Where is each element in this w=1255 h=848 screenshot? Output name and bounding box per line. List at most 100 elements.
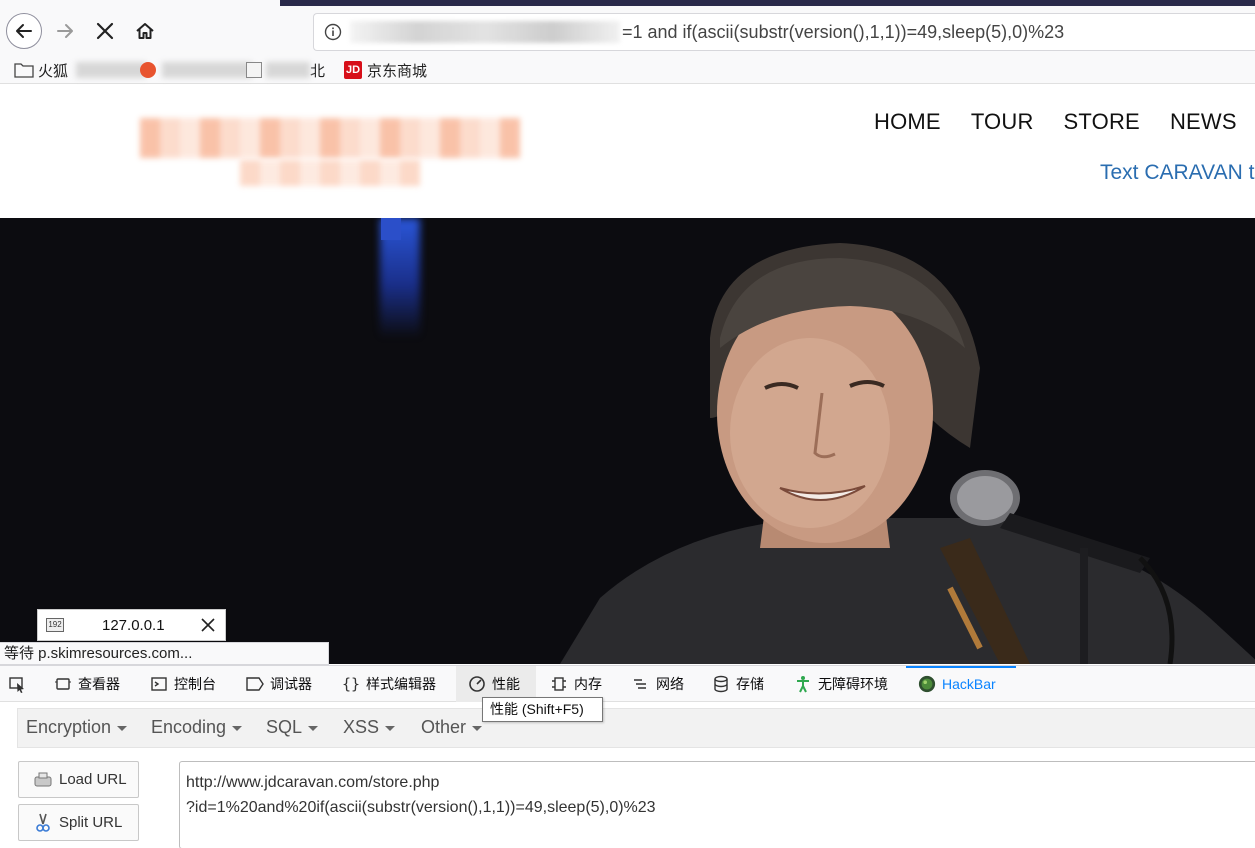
memory-icon bbox=[550, 675, 568, 693]
info-icon[interactable] bbox=[322, 21, 344, 43]
tab-label: 内存 bbox=[574, 676, 602, 692]
element-picker-button[interactable] bbox=[8, 666, 32, 702]
network-icon bbox=[632, 675, 650, 693]
menu-label: SQL bbox=[266, 717, 303, 737]
button-label: Load URL bbox=[59, 771, 127, 788]
hackbar-url-textarea[interactable]: http://www.jdcaravan.com/store.php ?id=1… bbox=[179, 761, 1255, 848]
redacted-bookmark bbox=[266, 62, 310, 78]
scissors-icon bbox=[33, 813, 53, 833]
caret-down-icon bbox=[472, 725, 483, 731]
orange-site-icon bbox=[140, 62, 156, 78]
bookmark-redacted[interactable] bbox=[140, 59, 252, 81]
tab-title: 127.0.0.1 bbox=[102, 616, 165, 634]
url-line-1: http://www.jdcaravan.com/store.php bbox=[186, 774, 440, 791]
text-caravan-link[interactable]: Text CARAVAN t bbox=[1100, 161, 1254, 185]
menu-label: Encoding bbox=[151, 717, 227, 737]
page-icon: 192 bbox=[46, 618, 64, 632]
tab-console[interactable]: 控制台 bbox=[150, 666, 216, 702]
url-line-2: ?id=1%20and%20if(ascii(substr(version(),… bbox=[186, 799, 656, 816]
stop-button[interactable] bbox=[88, 14, 122, 48]
bookmark-label: 京东商城 bbox=[367, 62, 428, 80]
bookmark-bei[interactable]: 北 bbox=[246, 59, 325, 81]
bookmark-label: 火狐 bbox=[38, 62, 69, 80]
redacted-bookmark bbox=[76, 62, 147, 78]
console-icon bbox=[150, 675, 168, 693]
menu-encoding[interactable]: Encoding bbox=[151, 717, 243, 738]
nav-store[interactable]: STORE bbox=[1064, 109, 1140, 135]
status-text: 等待 p.skimresources.com... bbox=[0, 642, 329, 665]
caret-down-icon bbox=[232, 725, 243, 731]
tab-network[interactable]: 网络 bbox=[632, 666, 684, 702]
tab-label: 调试器 bbox=[270, 676, 312, 692]
blank-page-icon bbox=[246, 62, 262, 78]
bookmark-folder-huohu[interactable]: 火狐 bbox=[14, 59, 147, 81]
hackbar-menu: Encryption Encoding SQL XSS Other bbox=[17, 708, 1255, 748]
tab-label: HackBar bbox=[942, 676, 996, 692]
site-header: HOME TOUR STORE NEWS BI Text CARAVAN t bbox=[0, 85, 1255, 218]
titlebar-strip bbox=[280, 0, 1255, 6]
forward-arrow-icon bbox=[57, 24, 73, 38]
folder-icon bbox=[14, 63, 34, 78]
menu-other[interactable]: Other bbox=[421, 717, 483, 738]
browser-toolbar: =1 and if(ascii(substr(version(),1,1))=4… bbox=[0, 0, 1255, 56]
tab-label: 网络 bbox=[656, 676, 684, 692]
load-icon bbox=[33, 770, 53, 790]
nav-tour[interactable]: TOUR bbox=[971, 109, 1034, 135]
home-icon bbox=[136, 23, 154, 39]
button-label: Split URL bbox=[59, 814, 123, 831]
load-url-button[interactable]: Load URL bbox=[18, 761, 139, 798]
inspector-icon bbox=[54, 675, 72, 693]
home-button[interactable] bbox=[128, 14, 162, 48]
tab-label: 查看器 bbox=[78, 676, 120, 692]
storage-icon bbox=[712, 675, 730, 693]
tab-label: 样式编辑器 bbox=[366, 676, 436, 692]
performance-icon bbox=[468, 675, 486, 693]
split-url-button[interactable]: Split URL bbox=[18, 804, 139, 841]
tab-hackbar[interactable]: HackBar bbox=[918, 666, 996, 702]
tab-storage[interactable]: 存储 bbox=[712, 666, 764, 702]
tab-hover-preview[interactable]: 192 127.0.0.1 bbox=[37, 609, 226, 641]
back-button[interactable] bbox=[6, 13, 42, 49]
stage-spotlight-top bbox=[381, 218, 401, 240]
menu-label: Encryption bbox=[26, 717, 112, 737]
tab-accessibility[interactable]: 无障碍环境 bbox=[794, 666, 888, 702]
bookmark-jd[interactable]: JD 京东商城 bbox=[344, 59, 427, 81]
performer-photo bbox=[560, 243, 1255, 664]
menu-sql[interactable]: SQL bbox=[266, 717, 319, 738]
tab-debugger[interactable]: 调试器 bbox=[246, 666, 312, 702]
menu-label: Other bbox=[421, 717, 467, 737]
redacted-bookmark bbox=[162, 62, 252, 78]
browser-window: { "browser": { "url_visible": "=1 and if… bbox=[0, 0, 1255, 848]
close-icon bbox=[96, 22, 114, 40]
nav-news[interactable]: NEWS bbox=[1170, 109, 1237, 135]
accessibility-icon bbox=[794, 675, 812, 693]
tab-style-editor[interactable]: {} 样式编辑器 bbox=[342, 666, 436, 702]
nav-home[interactable]: HOME bbox=[874, 109, 941, 135]
url-redacted-region bbox=[350, 21, 620, 43]
caret-down-icon bbox=[385, 725, 396, 731]
tab-label: 性能 bbox=[492, 676, 520, 692]
devtools-toolbar: 查看器 控制台 调试器 {} 样式编辑器 性能 内存 网络 存储 无障碍环境 H… bbox=[0, 665, 1255, 702]
tab-label: 存储 bbox=[736, 676, 764, 692]
back-arrow-icon bbox=[16, 24, 32, 38]
bookmark-label: 北 bbox=[310, 62, 326, 80]
site-logo-redacted[interactable] bbox=[140, 118, 520, 188]
url-bar[interactable]: =1 and if(ascii(substr(version(),1,1))=4… bbox=[313, 13, 1255, 51]
tab-label: 控制台 bbox=[174, 676, 216, 692]
menu-encryption[interactable]: Encryption bbox=[26, 717, 128, 738]
pick-element-icon bbox=[8, 675, 26, 693]
performance-tooltip: 性能 (Shift+F5) bbox=[482, 697, 603, 722]
url-text[interactable]: =1 and if(ascii(substr(version(),1,1))=4… bbox=[622, 22, 1064, 43]
bookmarks-toolbar: 火狐 北 JD 京东商城 bbox=[0, 56, 1255, 84]
style-editor-icon: {} bbox=[341, 675, 361, 693]
site-nav: HOME TOUR STORE NEWS BI bbox=[874, 109, 1255, 135]
hackbar-panel: Encryption Encoding SQL XSS Other Load U… bbox=[0, 702, 1255, 848]
tab-inspector[interactable]: 查看器 bbox=[54, 666, 120, 702]
caret-down-icon bbox=[117, 725, 128, 731]
menu-xss[interactable]: XSS bbox=[343, 717, 396, 738]
menu-label: XSS bbox=[343, 717, 380, 737]
hero-image bbox=[0, 218, 1255, 664]
close-icon[interactable] bbox=[199, 616, 217, 634]
forward-button[interactable] bbox=[48, 14, 82, 48]
jd-icon: JD bbox=[344, 61, 362, 79]
